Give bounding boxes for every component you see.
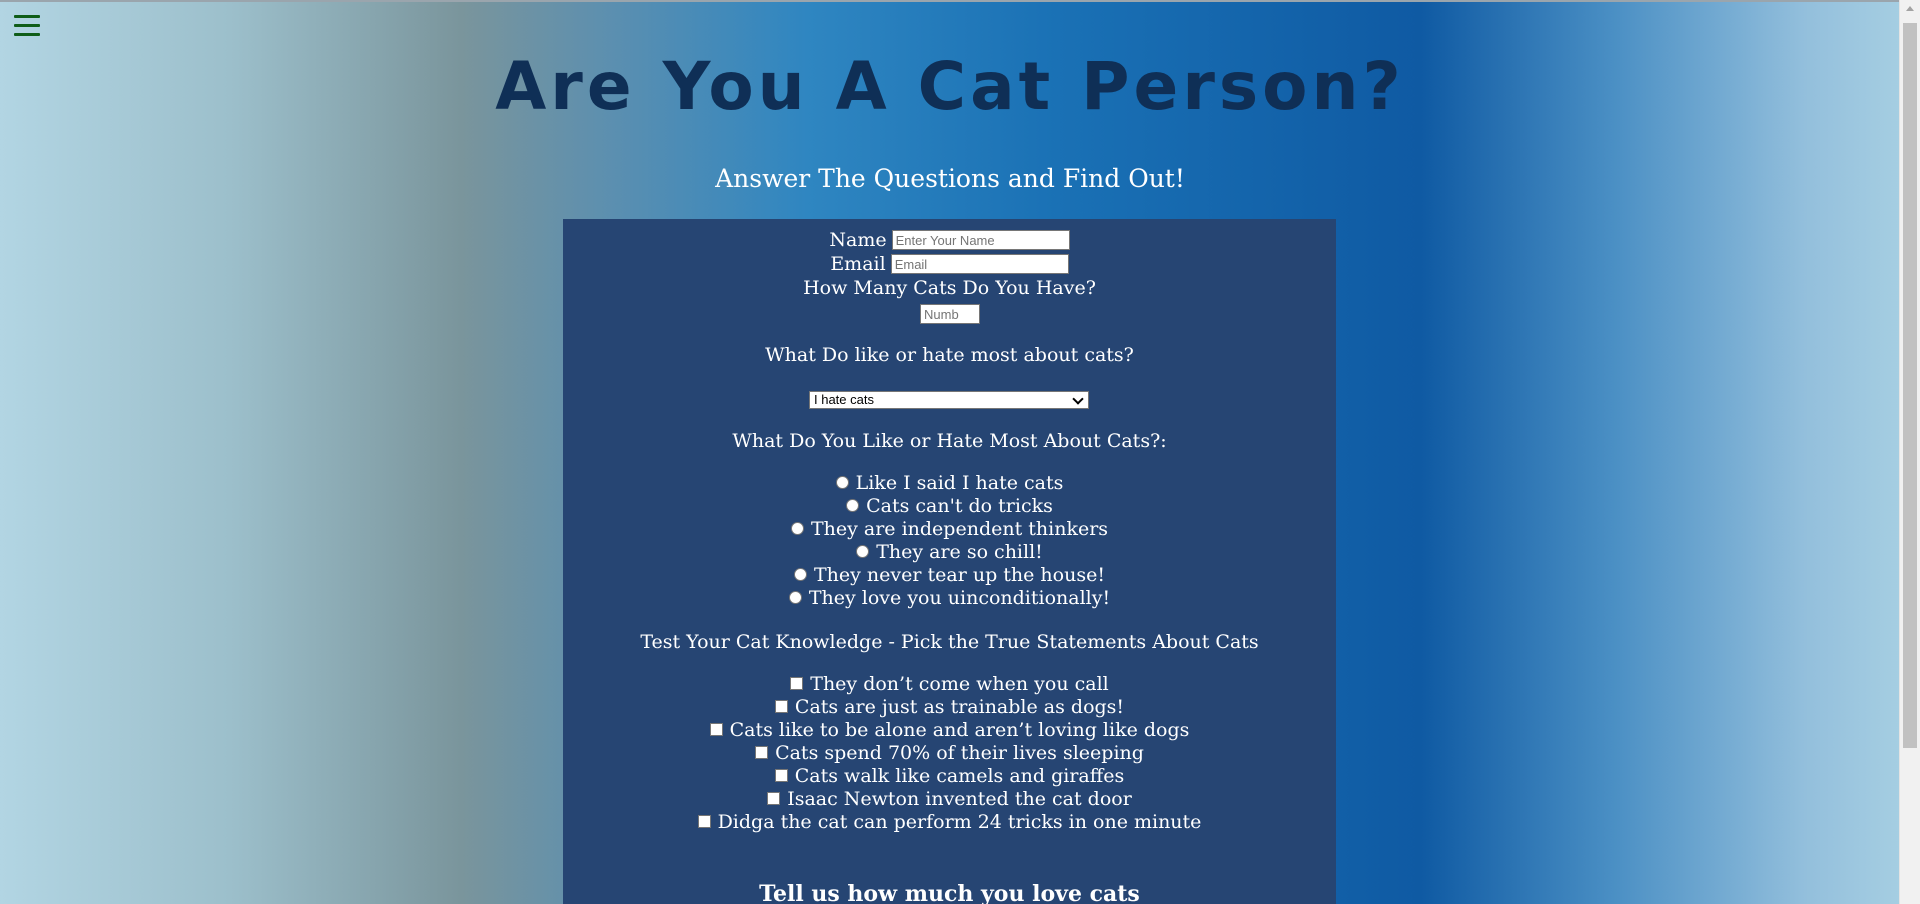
radio-button[interactable] [788, 591, 802, 604]
radio-label: Cats can't do tricks [866, 494, 1053, 517]
email-input[interactable] [890, 254, 1069, 274]
name-input[interactable] [891, 230, 1070, 250]
checkbox[interactable] [774, 700, 788, 713]
radio-label: They are independent thinkers [810, 517, 1109, 540]
checkbox-option: Didga the cat can perform 24 tricks in o… [563, 810, 1336, 833]
checkbox-label: Cats are just as trainable as dogs! [794, 695, 1125, 718]
radio-option: They are independent thinkers [563, 517, 1336, 540]
like-hate-select[interactable]: I hate cats [809, 391, 1089, 409]
cats-count-input[interactable] [920, 304, 980, 324]
radio-label: Like I said I hate cats [855, 471, 1064, 494]
checkbox[interactable] [790, 677, 804, 690]
radio-button[interactable] [790, 522, 804, 535]
radio-option: They love you uinconditionally! [563, 586, 1336, 609]
checkbox-label: Cats spend 70% of their lives sleeping [775, 741, 1144, 764]
checkbox-option: Cats walk like camels and giraffes [563, 764, 1336, 787]
checkbox-label: Cats like to be alone and aren’t loving … [729, 718, 1190, 741]
checkbox[interactable] [767, 792, 781, 805]
radio-button[interactable] [794, 568, 807, 581]
checkbox-option: Cats like to be alone and aren’t loving … [563, 718, 1336, 741]
cats-count-question: How Many Cats Do You Have? [803, 277, 1096, 299]
radio-button[interactable] [856, 545, 870, 558]
radio-option: They are so chill! [563, 540, 1336, 563]
radio-button[interactable] [846, 499, 860, 512]
checkbox-option: Cats spend 70% of their lives sleeping [563, 741, 1336, 764]
radio-option: Cats can't do tricks [563, 494, 1336, 517]
checkbox-option: They don’t come when you call [563, 672, 1336, 695]
checkbox-option: Cats are just as trainable as dogs! [563, 695, 1336, 718]
checkbox-label: Isaac Newton invented the cat door [787, 787, 1132, 810]
radio-label: They never tear up the house! [814, 563, 1105, 586]
menu-bar [14, 15, 40, 18]
love-cats-heading: Tell us how much you love cats [759, 881, 1140, 904]
scroll-up-arrow-icon[interactable] [1906, 6, 1914, 11]
menu-bar [14, 33, 40, 36]
checkbox[interactable] [709, 723, 723, 736]
radio-option: Like I said I hate cats [563, 471, 1336, 494]
name-label: Name [829, 229, 887, 251]
email-label: Email [830, 253, 886, 275]
vertical-scrollbar[interactable] [1899, 0, 1920, 904]
hamburger-menu-icon[interactable] [14, 15, 40, 37]
checkbox-option: Isaac Newton invented the cat door [563, 787, 1336, 810]
menu-bar [14, 24, 40, 27]
checkbox[interactable] [755, 746, 769, 759]
dropdown-question: What Do like or hate most about cats? [765, 344, 1134, 366]
radio-label: They love you uinconditionally! [808, 586, 1111, 609]
name-row: Name [563, 229, 1336, 251]
radio-label: They are so chill! [876, 540, 1043, 563]
checkbox-question: Test Your Cat Knowledge - Pick the True … [640, 631, 1259, 653]
checkbox-label: They don’t come when you call [810, 672, 1109, 695]
page-subtitle: Answer The Questions and Find Out! [715, 164, 1185, 193]
checkbox-label: Cats walk like camels and giraffes [794, 764, 1125, 787]
survey-form: Name Email How Many Cats Do You Have? Wh… [563, 219, 1336, 904]
chevron-down-icon [1072, 393, 1084, 405]
page-title: Are You A Cat Person? [495, 48, 1405, 125]
checkbox[interactable] [774, 769, 788, 782]
email-row: Email [563, 253, 1336, 275]
radio-question: What Do You Like or Hate Most About Cats… [732, 430, 1167, 452]
checkbox-label: Didga the cat can perform 24 tricks in o… [717, 810, 1202, 833]
top-border [0, 0, 1920, 2]
checkbox[interactable] [697, 815, 711, 828]
select-value: I hate cats [814, 392, 874, 407]
scrollbar-thumb[interactable] [1903, 23, 1917, 748]
radio-button[interactable] [835, 476, 849, 489]
radio-option: They never tear up the house! [563, 563, 1336, 586]
